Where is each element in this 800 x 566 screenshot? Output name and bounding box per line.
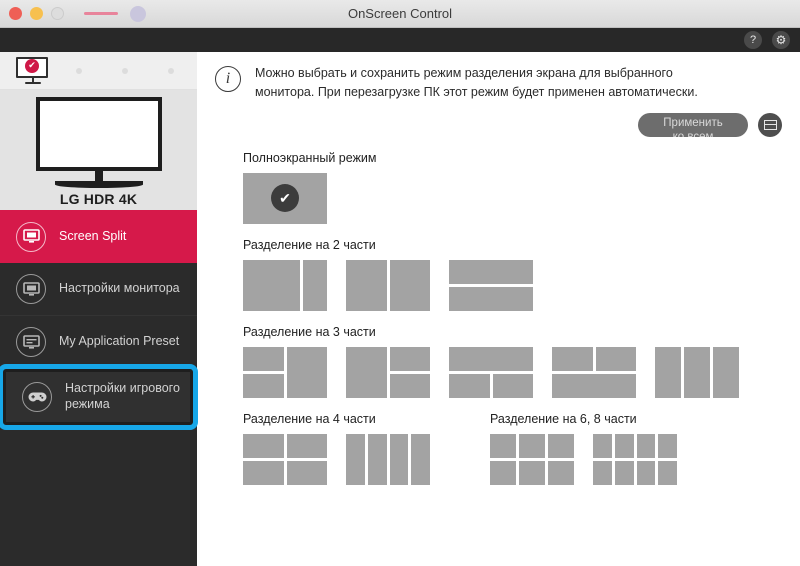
section-3-parts: Разделение на 3 части — [197, 325, 800, 398]
layout-option-3-top-full[interactable] — [449, 346, 533, 398]
split-layout-glyph — [763, 119, 777, 130]
tile-list: ✔ — [243, 172, 800, 224]
section-title: Разделение на 2 части — [243, 237, 376, 252]
window-controls — [0, 5, 146, 22]
sidebar: ✔ LG HDR 4K Screen Split Настройки монит… — [0, 52, 198, 566]
monitor-icon: ✔ — [16, 56, 50, 85]
layout-toggle-icon[interactable] — [758, 112, 782, 137]
info-text: Можно выбрать и сохранить режим разделен… — [255, 66, 698, 100]
info-banner: i Можно выбрать и сохранить режим раздел… — [197, 52, 800, 103]
tile-list — [243, 433, 430, 485]
sidebar-item-label: Настройки монитора — [59, 281, 180, 296]
check-badge-icon: ✔ — [25, 58, 39, 73]
layout-option-6-grid[interactable] — [490, 433, 574, 485]
monitor-icon — [16, 221, 46, 252]
layout-option-2-horizontal[interactable] — [449, 259, 533, 311]
sidebar-item-game-mode-settings[interactable]: Настройки игрового режима — [0, 364, 198, 430]
sidebar-item-monitor-settings[interactable]: Настройки монитора — [0, 263, 197, 316]
dot-icon — [76, 67, 82, 74]
monitor-screen-graphic — [35, 97, 162, 171]
layout-option-4-grid[interactable] — [243, 433, 327, 485]
monitor-name-label: LG HDR 4K — [59, 191, 138, 207]
onscreen-control-window: OnScreen Control ? ⚙ ✔ LG HDR 4K Screen … — [0, 0, 800, 566]
layout-option-3-bottom-full[interactable] — [552, 346, 636, 398]
section-fullscreen: Полноэкранный режим ✔ — [197, 151, 800, 224]
apply-row: Применить ко всем — [197, 112, 800, 137]
lilac-circle-decoration — [130, 5, 146, 22]
sidebar-item-screen-split[interactable]: Screen Split — [0, 210, 197, 263]
section-6-8-parts: Разделение на 6, 8 части — [490, 412, 677, 485]
layout-option-4-columns[interactable] — [346, 433, 430, 485]
sidebar-item-label: Настройки игрового режима — [65, 381, 180, 411]
section-title: Разделение на 4 части — [243, 411, 376, 426]
monitor-preview: LG HDR 4K — [0, 90, 197, 210]
tile-list — [243, 346, 800, 398]
gear-icon[interactable]: ⚙ — [772, 31, 790, 49]
dot-icon — [168, 67, 174, 74]
close-button[interactable] — [9, 7, 22, 20]
layout-option-3-columns[interactable] — [655, 346, 739, 398]
layout-option-fullscreen[interactable]: ✔ — [243, 172, 327, 224]
layout-option-2-vertical[interactable] — [346, 259, 430, 311]
layout-option-2-left-wide[interactable] — [243, 259, 327, 311]
section-row-4-and-68: Разделение на 4 части Разделение на 6, 8… — [197, 412, 800, 485]
apply-button-line2: ко всем — [638, 130, 748, 137]
zoom-button[interactable] — [51, 7, 64, 20]
help-icon[interactable]: ? — [744, 31, 762, 49]
apply-to-all-button[interactable]: Применить ко всем — [638, 112, 748, 137]
apply-button-line1: Применить — [663, 116, 723, 129]
section-4-parts: Разделение на 4 части — [243, 412, 430, 485]
monitor-base-graphic — [54, 181, 143, 188]
monitor-tab-strip: ✔ — [0, 52, 197, 90]
sidebar-item-label: My Application Preset — [59, 334, 180, 349]
sidebar-nav: Screen Split Настройки монитора My Appli… — [0, 210, 198, 430]
application-preset-icon — [16, 327, 46, 357]
pink-bar-decoration — [84, 12, 118, 15]
tile-list — [243, 259, 800, 311]
check-icon: ✔ — [271, 184, 299, 213]
info-icon: i — [215, 66, 241, 92]
app-toolbar: ? ⚙ — [0, 28, 800, 52]
monitor-settings-icon — [16, 274, 46, 304]
title-bar: OnScreen Control — [0, 0, 800, 28]
sidebar-item-my-application-preset[interactable]: My Application Preset — [0, 316, 197, 369]
section-title: Полноэкранный режим — [243, 150, 377, 165]
monitor-tab-1[interactable]: ✔ — [10, 56, 56, 85]
layout-option-3-left-split[interactable] — [243, 346, 327, 398]
monitor-tab-4[interactable] — [148, 67, 194, 74]
layout-option-3-right-split[interactable] — [346, 346, 430, 398]
tile-list — [490, 433, 677, 485]
dot-icon — [122, 67, 128, 74]
sidebar-item-label: Screen Split — [59, 228, 127, 243]
section-2-parts: Разделение на 2 части — [197, 238, 800, 311]
layout-option-8-grid[interactable] — [593, 433, 677, 485]
section-title: Разделение на 3 части — [243, 324, 376, 339]
minimize-button[interactable] — [30, 7, 43, 20]
section-title: Разделение на 6, 8 части — [490, 411, 637, 426]
monitor-neck-graphic — [94, 171, 103, 181]
monitor-tab-3[interactable] — [102, 67, 148, 74]
main-panel: i Можно выбрать и сохранить режим раздел… — [197, 52, 800, 566]
monitor-tab-2[interactable] — [56, 67, 102, 74]
gamepad-icon — [22, 382, 52, 412]
